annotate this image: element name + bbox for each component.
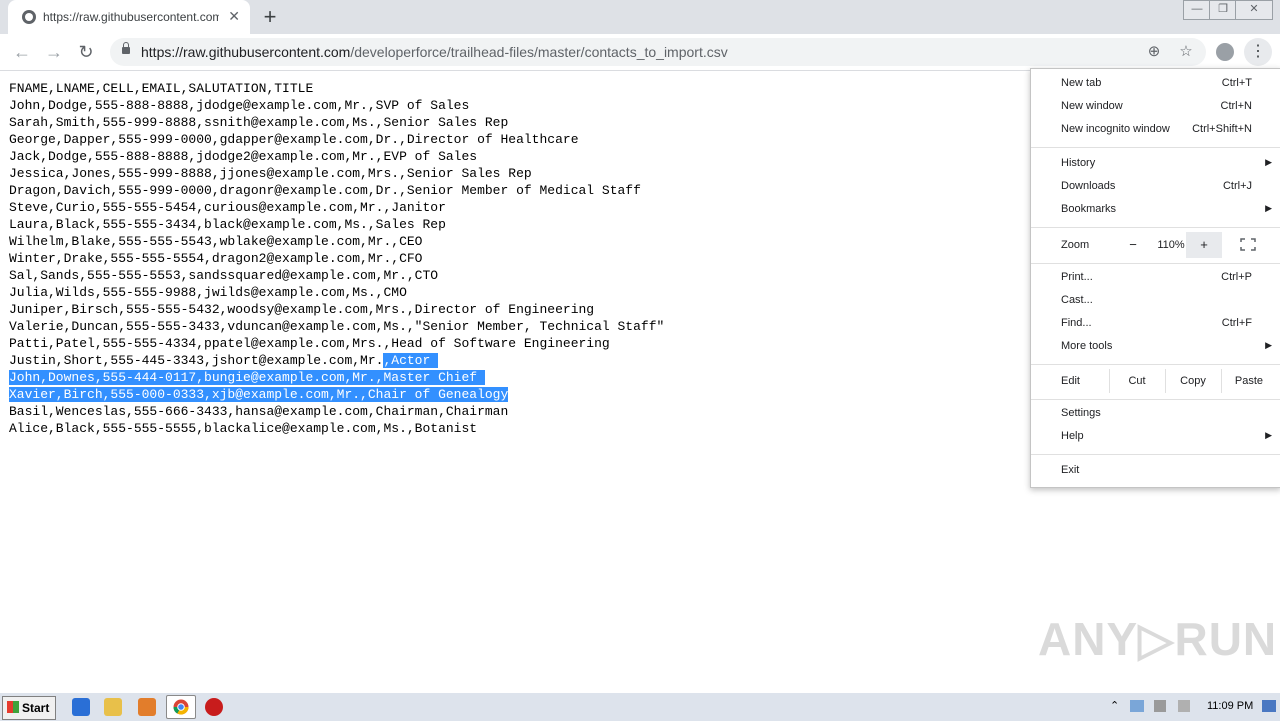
csv-line: Jack,Dodge,555-888-8888,jdodge2@example.…	[9, 149, 478, 164]
menu-item-settings[interactable]: Settings	[1031, 403, 1280, 425]
copy-button[interactable]: Copy	[1165, 375, 1221, 387]
new-tab-button[interactable]: +	[258, 5, 282, 29]
menu-divider	[1031, 399, 1280, 400]
menu-item-exit[interactable]: Exit	[1031, 460, 1280, 482]
csv-line: Alice,Black,555-555-5555,blackalice@exam…	[9, 421, 478, 436]
submenu-arrow-icon: ▶	[1265, 340, 1272, 350]
taskbar: Start ⌃ 11:09 PM	[0, 692, 1280, 721]
browser-tab[interactable]: https://raw.githubusercontent.com/ ✕	[8, 0, 250, 34]
menu-item-help[interactable]: Help ▶	[1031, 426, 1280, 448]
csv-line: Julia,Wilds,555-555-9988,jwilds@example.…	[9, 285, 407, 300]
menu-item-find[interactable]: Find... Ctrl+F	[1031, 313, 1280, 335]
chrome-icon	[173, 699, 189, 715]
paste-button[interactable]: Paste	[1221, 375, 1277, 387]
csv-line: Steve,Curio,555-555-5454,curious@example…	[9, 200, 446, 215]
selected-text: Xavier,Birch,555-000-0333,xjb@example.co…	[9, 387, 509, 402]
zoom-level: 110%	[1157, 239, 1185, 251]
csv-line: Wilhelm,Blake,555-555-5543,wblake@exampl…	[9, 234, 423, 249]
url-text[interactable]: https://raw.githubusercontent.com/develo…	[141, 44, 728, 60]
csv-line: Laura,Black,555-555-3434,black@example.c…	[9, 217, 446, 232]
menu-item-print[interactable]: Print... Ctrl+P	[1031, 267, 1280, 289]
zoom-label: Zoom	[1061, 239, 1090, 251]
menu-item-bookmarks[interactable]: Bookmarks ▶	[1031, 199, 1280, 221]
menu-divider	[1031, 364, 1280, 365]
profile-avatar-icon[interactable]	[1216, 43, 1234, 61]
csv-line: Jessica,Jones,555-999-8888,jjones@exampl…	[9, 166, 532, 181]
submenu-arrow-icon: ▶	[1265, 430, 1272, 440]
action-center-flag-icon[interactable]	[1178, 700, 1190, 712]
csv-line: Sal,Sands,555-555-5553,sandssquared@exam…	[9, 268, 439, 283]
csv-line: Winter,Drake,555-555-5554,dragon2@exampl…	[9, 251, 423, 266]
window-close-button[interactable]: ✕	[1235, 0, 1273, 20]
volume-icon[interactable]	[1154, 700, 1166, 712]
menu-item-new-window[interactable]: New window Ctrl+N	[1031, 96, 1280, 118]
menu-edit-row: Edit Cut Copy Paste	[1031, 369, 1280, 393]
csv-line: Xavier,Birch,555-000-0333,xjb@example.co…	[9, 386, 664, 403]
menu-divider	[1031, 454, 1280, 455]
csv-line: FNAME,LNAME,CELL,EMAIL,SALUTATION,TITLE	[9, 81, 314, 96]
fullscreen-icon[interactable]	[1240, 238, 1256, 251]
globe-icon	[22, 10, 36, 24]
chrome-menu: New tab Ctrl+T New window Ctrl+N New incog…	[1030, 68, 1280, 488]
zoom-icon[interactable]: ⊕	[1144, 42, 1164, 62]
menu-item-new-incognito-window[interactable]: New incognito window Ctrl+Shift+N	[1031, 119, 1280, 141]
tab-strip: https://raw.githubusercontent.com/ ✕ + —…	[0, 0, 1280, 34]
forward-button[interactable]: →	[42, 40, 66, 64]
csv-line: Valerie,Duncan,555-555-3433,vduncan@exam…	[9, 319, 665, 334]
menu-item-new-tab[interactable]: New tab Ctrl+T	[1031, 73, 1280, 95]
csv-line: George,Dapper,555-999-0000,gdapper@examp…	[9, 132, 579, 147]
folder-icon[interactable]	[104, 698, 122, 716]
internet-explorer-icon[interactable]	[72, 698, 90, 716]
csv-line: Sarah,Smith,555-999-8888,ssnith@example.…	[9, 115, 509, 130]
csv-line: Juniper,Birsch,555-555-5432,woodsy@examp…	[9, 302, 595, 317]
csv-line: Justin,Short,555-445-3343,jshort@example…	[9, 353, 439, 368]
selected-text: John,Downes,555-444-0117,bungie@example.…	[9, 370, 485, 385]
show-desktop-icon[interactable]	[1262, 700, 1276, 712]
stop-icon[interactable]	[205, 698, 223, 716]
tab-close-icon[interactable]: ✕	[228, 8, 240, 24]
start-button[interactable]: Start	[2, 696, 56, 720]
address-bar[interactable]: https://raw.githubusercontent.com/develo…	[110, 38, 1206, 66]
zoom-in-button[interactable]: +	[1186, 232, 1222, 258]
network-icon[interactable]	[1130, 700, 1144, 712]
chrome-menu-button[interactable]: ⋮	[1244, 38, 1272, 66]
tab-title: https://raw.githubusercontent.com/	[43, 10, 219, 24]
csv-line: Dragon,Davich,555-999-0000,dragonr@examp…	[9, 183, 641, 198]
edit-label: Edit	[1061, 375, 1080, 387]
bookmark-star-icon[interactable]: ☆	[1176, 42, 1196, 62]
submenu-arrow-icon: ▶	[1265, 203, 1272, 213]
csv-content: FNAME,LNAME,CELL,EMAIL,SALUTATION,TITLE …	[9, 80, 664, 437]
tray-expand-icon[interactable]: ⌃	[1110, 699, 1119, 712]
menu-item-cast[interactable]: Cast...	[1031, 290, 1280, 312]
menu-item-downloads[interactable]: Downloads Ctrl+J	[1031, 176, 1280, 198]
windows-logo-icon	[7, 701, 19, 713]
csv-line: John,Downes,555-444-0117,bungie@example.…	[9, 369, 664, 386]
media-player-icon[interactable]	[138, 698, 156, 716]
lock-icon	[122, 42, 130, 54]
menu-item-more-tools[interactable]: More tools ▶	[1031, 336, 1280, 358]
zoom-out-button[interactable]: −	[1115, 232, 1151, 258]
submenu-arrow-icon: ▶	[1265, 157, 1272, 167]
chrome-taskbar-button[interactable]	[166, 695, 196, 719]
reload-button[interactable]: ↻	[74, 40, 98, 64]
system-tray: ⌃	[1104, 696, 1280, 718]
menu-zoom-row: Zoom − 110% +	[1031, 232, 1280, 258]
maximize-button[interactable]: ❐	[1209, 0, 1237, 20]
csv-line: John,Dodge,555-888-8888,jdodge@example.c…	[9, 98, 470, 113]
back-button[interactable]: ←	[10, 40, 34, 64]
browser-toolbar: ← → ↻ https://raw.githubusercontent.com/…	[0, 34, 1280, 71]
cut-button[interactable]: Cut	[1109, 375, 1165, 387]
selected-text: ,Actor	[383, 353, 439, 368]
csv-line: Patti,Patel,555-555-4334,ppatel@example.…	[9, 336, 610, 351]
menu-divider	[1031, 227, 1280, 228]
system-clock: 11:09 PM	[1207, 700, 1254, 712]
csv-line: Basil,Wenceslas,555-666-3433,hansa@examp…	[9, 404, 509, 419]
menu-divider	[1031, 147, 1280, 148]
menu-divider	[1031, 263, 1280, 264]
minimize-button[interactable]: —	[1183, 0, 1211, 20]
anyrun-watermark-logo: ANY▷RUN	[1038, 613, 1278, 665]
menu-item-history[interactable]: History ▶	[1031, 153, 1280, 175]
